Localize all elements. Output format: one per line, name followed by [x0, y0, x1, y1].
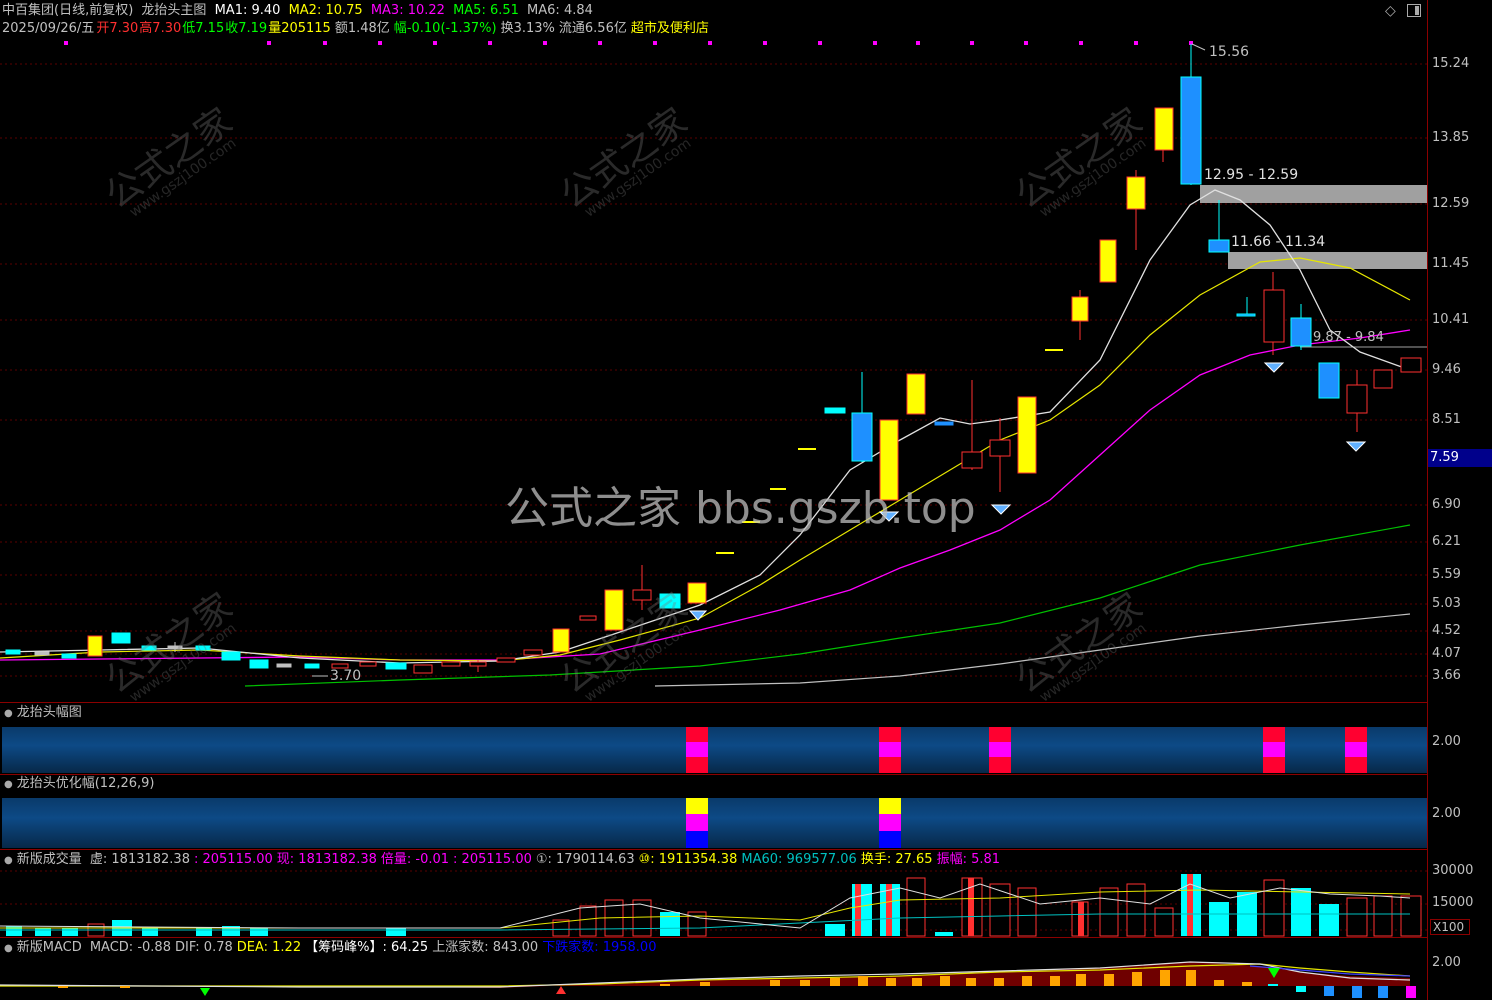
collapse-icon[interactable]: ● [4, 855, 13, 866]
panel-divider[interactable] [0, 774, 1428, 775]
vol-ma60: MA60: 969577.06 [741, 852, 857, 867]
y-axis-line [1427, 0, 1428, 1000]
vol-amplitude: 振幅: 5.81 [936, 852, 1001, 867]
vol-value: : 205115.00 [193, 852, 273, 867]
y-tick: 3.66 [1432, 668, 1461, 683]
y-tick: 13.85 [1432, 130, 1470, 145]
advancers: 上涨家数: 843.00 [432, 940, 539, 955]
y-tick: 4.52 [1432, 623, 1461, 638]
panel4-title[interactable]: 新版MACD [17, 940, 82, 955]
center-watermark: 公式之家 bbs.gszb.top [505, 483, 976, 534]
zone1-label: 12.95 - 12.59 [1204, 167, 1299, 183]
panel3-header: ● 新版成交量 虚: 1813182.38: 205115.00 现: 181318… [4, 851, 1004, 869]
y-tick: 9.46 [1432, 362, 1461, 377]
dif-value: DIF: 0.78 [174, 940, 233, 955]
vol-virtual: 虚: 1813182.38 [89, 852, 190, 867]
panel2-tick: 2.00 [1432, 806, 1461, 821]
y-tick: 11.45 [1432, 256, 1470, 271]
decliners: 下跌家数: 1958.00 [542, 940, 657, 955]
panel1-tick: 2.00 [1432, 734, 1461, 749]
y-tick: 10.41 [1432, 312, 1470, 327]
vol-ma1: ①: 1790114.63 [535, 852, 635, 867]
y-tick: 12.59 [1432, 196, 1470, 211]
panel-divider[interactable] [0, 849, 1428, 850]
collapse-icon[interactable]: ● [4, 708, 13, 719]
vol-current: 现: 1813182.38 [276, 852, 377, 867]
collapse-icon[interactable]: ● [4, 779, 13, 790]
y-tick: 6.21 [1432, 534, 1461, 549]
panel4-header: ● 新版MACD MACD: -0.88 DIF: 0.78 DEA: 1.22 【筹码… [4, 939, 660, 957]
dea-value: DEA: 1.22 [236, 940, 302, 955]
vol-tick: 15000 [1432, 895, 1474, 910]
low-annotation: 3.70 [330, 668, 362, 684]
panel1-title[interactable]: 龙抬头幅图 [17, 705, 82, 720]
vol-multiple: 倍量: -0.01 [380, 852, 450, 867]
volume-chart [0, 870, 1427, 937]
y-tick: 4.07 [1432, 646, 1461, 661]
high-annotation: 15.56 [1209, 44, 1250, 60]
collapse-icon[interactable]: ● [4, 943, 13, 954]
volume-unit: X100 [1430, 919, 1470, 935]
current-price-tag: 7.59 [1428, 449, 1492, 467]
panel1-signals [686, 727, 1367, 773]
panel3-title[interactable]: 新版成交量 [17, 852, 82, 867]
panel-divider[interactable] [0, 702, 1428, 703]
vol-value2: : 205115.00 [453, 852, 532, 867]
y-tick: 6.90 [1432, 497, 1461, 512]
y-tick: 5.59 [1432, 567, 1461, 582]
y-tick: 8.51 [1432, 412, 1461, 427]
panel1-header: ● 龙抬头幅图 [4, 704, 86, 722]
panel2-header: ● 龙抬头优化幅(12,26,9) [4, 775, 159, 793]
macd-chart [0, 961, 1416, 998]
y-tick: 5.03 [1432, 596, 1461, 611]
vol-turnover: 换手: 27.65 [860, 852, 933, 867]
panel2-signals [686, 798, 901, 848]
macd-value: MACD: -0.88 [89, 940, 171, 955]
panel-divider[interactable] [0, 937, 1428, 938]
y-tick: 15.24 [1432, 56, 1470, 71]
zone2-label: 11.66 - 11.34 [1231, 234, 1326, 250]
zone3-label: 9.87 - 9.84 [1313, 330, 1384, 345]
chip-peak: 【筹码峰%】: 64.25 [305, 940, 429, 955]
vol-ma10: ⑩: 1911354.38 [638, 852, 738, 867]
vol-tick: 30000 [1432, 863, 1474, 878]
macd-tick: 2.00 [1432, 955, 1461, 970]
panel2-title[interactable]: 龙抬头优化幅(12,26,9) [17, 776, 155, 791]
